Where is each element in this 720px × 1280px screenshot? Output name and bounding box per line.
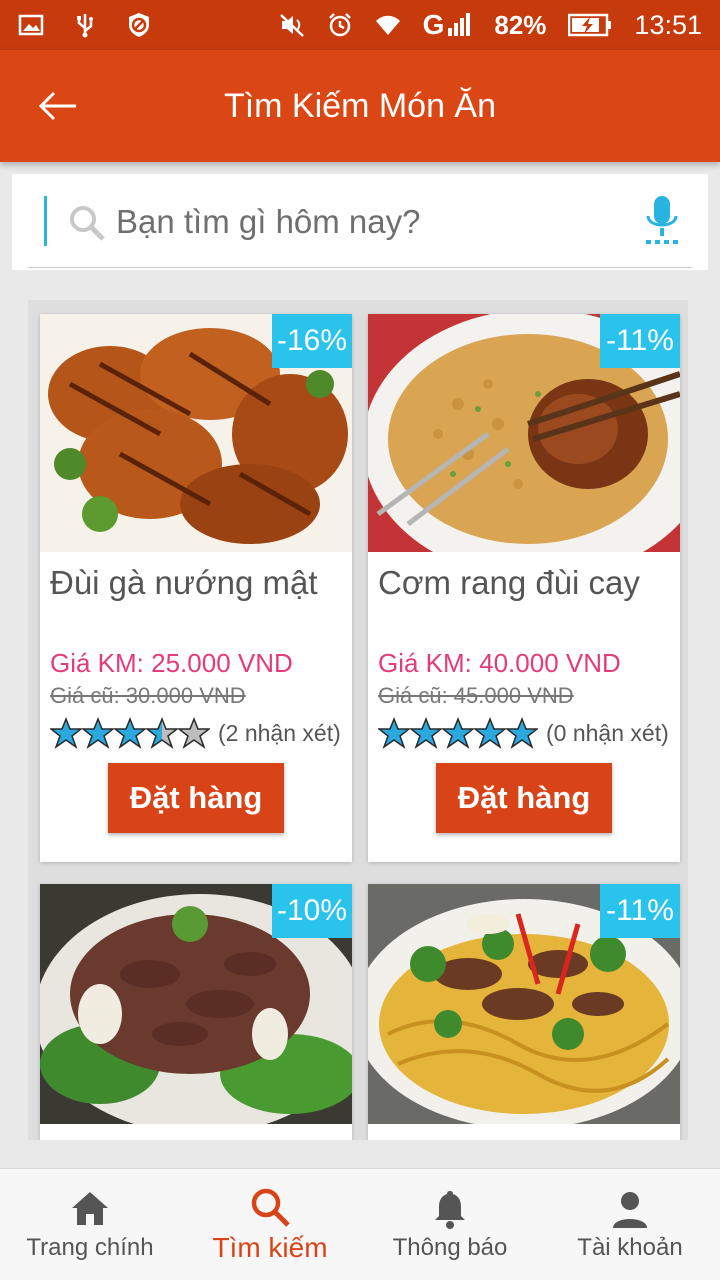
- order-button[interactable]: Đặt hàng: [436, 763, 612, 833]
- search-input[interactable]: [116, 194, 616, 250]
- old-price: Giá cũ: 45.000 VND: [378, 683, 574, 708]
- discount-badge: -16%: [272, 314, 352, 368]
- mute-icon: [279, 14, 304, 37]
- account-icon: [613, 1192, 647, 1228]
- nav-label: Tài khoản: [577, 1234, 683, 1261]
- nav-label: Trang chính: [26, 1234, 154, 1261]
- sale-price: Giá KM: 40.000 VND: [378, 648, 621, 678]
- back-arrow-icon[interactable]: [36, 84, 80, 128]
- product-card[interactable]: -11% Cơm rang đùi cay Giá KM: 40.000 VND…: [368, 314, 680, 862]
- image-notification-icon: [18, 14, 44, 36]
- product-grid: -16% Đùi gà nướng mật Giá KM: 25.000 VND…: [28, 300, 688, 1140]
- review-count: (0 nhận xét): [546, 719, 669, 746]
- search-bar: [12, 174, 708, 270]
- nav-label: Thông báo: [392, 1234, 508, 1261]
- nav-search[interactable]: Tìm kiếm: [180, 1169, 360, 1280]
- search-icon: [251, 1188, 290, 1227]
- product-image: -11%: [368, 314, 680, 552]
- star-full-icon: [442, 717, 474, 749]
- network-type: G: [422, 9, 445, 40]
- bottom-navigation: Trang chính Tìm kiếm Thông báo Tài khoản: [0, 1168, 720, 1280]
- star-full-icon: [474, 717, 506, 749]
- rating: (0 nhận xét): [368, 709, 680, 749]
- star-full-icon: [82, 717, 114, 749]
- product-image: -16%: [40, 314, 352, 552]
- microphone-icon[interactable]: [644, 194, 680, 246]
- sale-price: Giá KM: 25.000 VND: [50, 648, 293, 678]
- clock: 13:51: [634, 9, 702, 40]
- page-title: Tìm Kiếm Món Ăn: [223, 86, 497, 125]
- usb-icon: [77, 14, 93, 38]
- star-full-icon: [506, 717, 538, 749]
- battery-charging-icon: [568, 13, 612, 37]
- wifi-icon: [375, 15, 400, 35]
- product-name: Cơm rang đùi cay: [378, 564, 640, 601]
- rating-stars: [378, 717, 538, 749]
- order-button[interactable]: Đặt hàng: [108, 763, 284, 833]
- alarm-icon: [328, 13, 351, 37]
- nav-label: Tìm kiếm: [212, 1232, 328, 1263]
- battery-percent: 82%: [494, 9, 547, 40]
- status-bar: G 82% 13:51: [0, 0, 720, 50]
- old-price: Giá cũ: 30.000 VND: [50, 683, 246, 708]
- rating: (2 nhận xét): [40, 709, 352, 749]
- nav-account[interactable]: Tài khoản: [540, 1169, 720, 1280]
- star-half-icon: [146, 717, 178, 749]
- home-icon: [72, 1192, 108, 1225]
- star-full-icon: [50, 717, 82, 749]
- star-empty-icon: [178, 717, 210, 749]
- text-cursor: [44, 196, 47, 246]
- nav-notifications[interactable]: Thông báo: [360, 1169, 540, 1280]
- rating-stars: [50, 717, 210, 749]
- signal-icon: [448, 13, 471, 36]
- product-name: Đùi gà nướng mật: [50, 564, 318, 601]
- search-underline: [28, 267, 692, 268]
- product-card[interactable]: -16% Đùi gà nướng mật Giá KM: 25.000 VND…: [40, 314, 352, 862]
- star-full-icon: [114, 717, 146, 749]
- product-image: -10%: [40, 884, 352, 1124]
- discount-badge: -10%: [272, 884, 352, 938]
- review-count: (2 nhận xét): [218, 719, 341, 746]
- bell-icon: [435, 1191, 465, 1229]
- star-full-icon: [378, 717, 410, 749]
- star-full-icon: [410, 717, 442, 749]
- search-icon: [70, 206, 105, 241]
- shield-block-icon: [129, 13, 149, 37]
- nav-home[interactable]: Trang chính: [0, 1169, 180, 1280]
- discount-badge: -11%: [600, 884, 680, 938]
- discount-badge: -11%: [600, 314, 680, 368]
- product-card[interactable]: -11%: [368, 884, 680, 1140]
- product-image: -11%: [368, 884, 680, 1124]
- app-bar: Tìm Kiếm Món Ăn: [0, 50, 720, 162]
- product-card[interactable]: -10%: [40, 884, 352, 1140]
